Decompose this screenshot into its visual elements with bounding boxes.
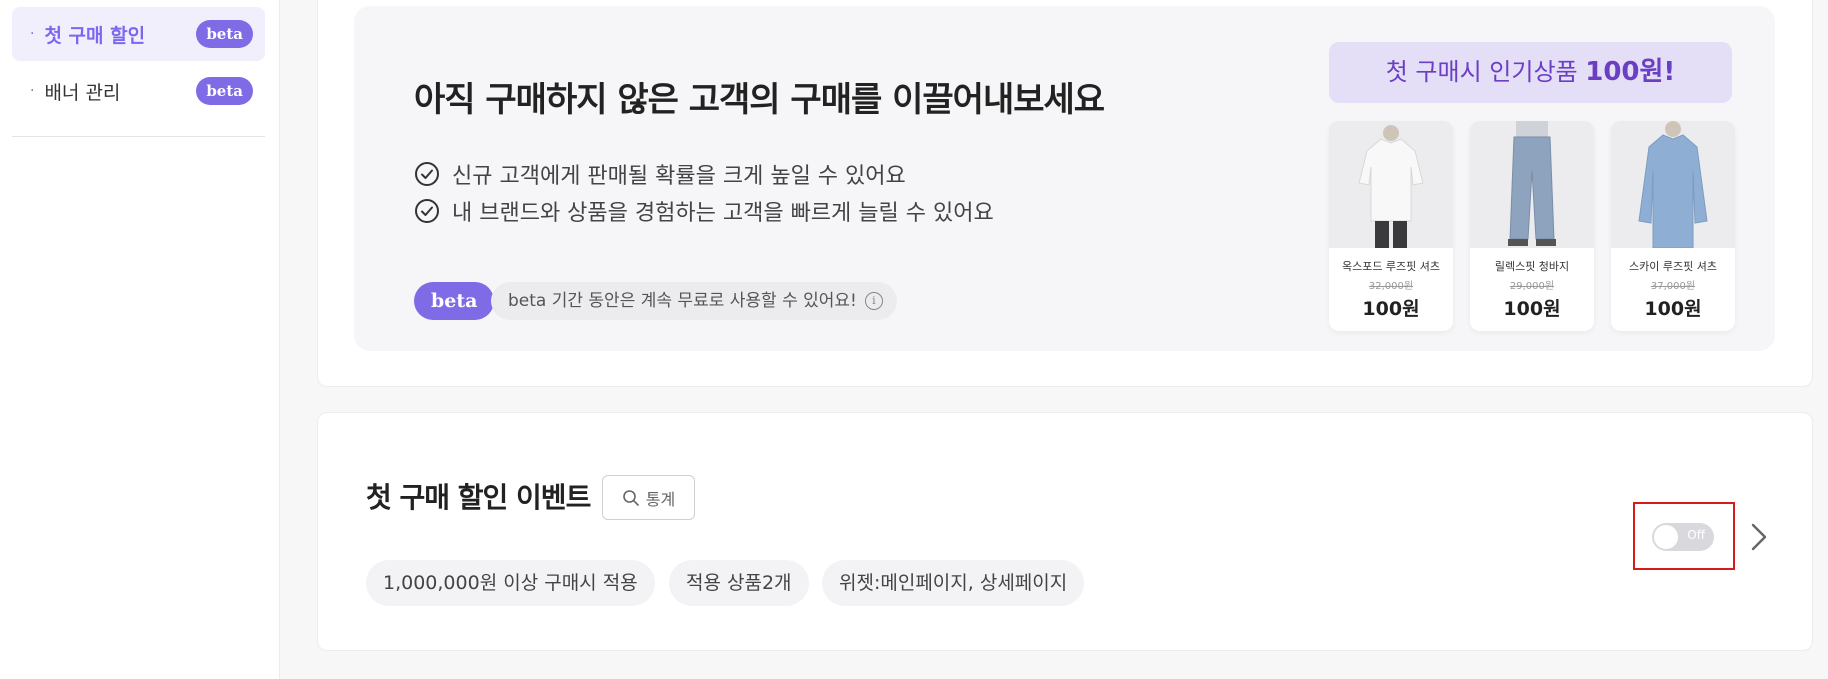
benefit-text: 신규 고객에게 판매될 확률을 크게 높일 수 있어요: [452, 164, 906, 189]
beta-note: beta 기간 동안은 계속 무료로 사용할 수 있어요! i: [491, 282, 897, 320]
promo-title: 아직 구매하지 않은 고객의 구매를 이끌어내보세요: [414, 80, 1105, 120]
condition-chip: 1,000,000원 이상 구매시 적용: [366, 560, 655, 606]
search-icon: [622, 489, 639, 506]
promo-banner: 아직 구매하지 않은 고객의 구매를 이끌어내보세요 신규 고객에게 판매될 확…: [354, 6, 1775, 351]
product-image-blue-shirt: [1611, 121, 1735, 249]
condition-chip: 적용 상품2개: [669, 560, 809, 606]
product-name: 릴렉스핏 청바지: [1494, 260, 1570, 273]
headline-prefix: 첫 구매시 인기상품: [1385, 58, 1586, 86]
toggle-label: Off: [1687, 528, 1705, 542]
info-icon[interactable]: i: [864, 292, 883, 310]
sidebar-item-label: 배너 관리: [44, 81, 121, 104]
product-price: 100원: [1362, 298, 1420, 320]
beta-badge: beta: [414, 282, 495, 320]
promo-headline: 첫 구매시 인기상품 100원!: [1329, 42, 1732, 103]
check-circle-icon: [415, 199, 439, 223]
stats-button-label: 통계: [645, 489, 676, 509]
bullet-icon: ·: [30, 83, 35, 99]
sidebar-item-banner-management[interactable]: · 배너 관리 beta: [12, 64, 265, 118]
headline-emphasis: 100원!: [1585, 57, 1676, 87]
toggle-knob: [1654, 525, 1678, 549]
benefit-row: 내 브랜드와 상품을 경험하는 고객을 빠르게 늘릴 수 있어요: [414, 195, 994, 227]
sidebar-item-first-purchase-discount[interactable]: · 첫 구매 할인 beta: [12, 7, 265, 61]
sidebar-item-label: 첫 구매 할인: [44, 24, 146, 47]
product-card: 스카이 루즈핏 셔츠 37,000원 100원: [1611, 121, 1735, 331]
product-image-jeans: [1470, 121, 1594, 248]
product-image-white-shirt: [1329, 121, 1453, 248]
beta-note-text: beta 기간 동안은 계속 무료로 사용할 수 있어요!: [508, 291, 857, 311]
stats-button[interactable]: 통계: [602, 475, 695, 520]
product-old-price: 37,000원: [1650, 281, 1696, 292]
sidebar: · 첫 구매 할인 beta · 배너 관리 beta: [0, 0, 280, 679]
sidebar-divider: [12, 136, 265, 137]
toggle-highlight: Off: [1633, 502, 1735, 570]
event-card: [317, 412, 1813, 651]
product-old-price: 32,000원: [1368, 281, 1414, 292]
product-name: 옥스포드 루즈핏 셔츠: [1341, 260, 1441, 273]
chevron-right-icon[interactable]: [1748, 522, 1770, 552]
product-price: 100원: [1503, 298, 1561, 320]
benefit-text: 내 브랜드와 상품을 경험하는 고객을 빠르게 늘릴 수 있어요: [452, 201, 994, 226]
condition-chip: 위젯:메인페이지, 상세페이지: [822, 560, 1085, 606]
check-circle-icon: [415, 162, 439, 186]
benefit-row: 신규 고객에게 판매될 확률을 크게 높일 수 있어요: [414, 158, 906, 190]
event-toggle[interactable]: Off: [1652, 523, 1714, 551]
bullet-icon: ·: [30, 26, 35, 42]
product-name: 스카이 루즈핏 셔츠: [1629, 260, 1717, 273]
product-card: 옥스포드 루즈핏 셔츠 32,000원 100원: [1329, 121, 1453, 331]
product-card: 릴렉스핏 청바지 29,000원 100원: [1470, 121, 1594, 331]
product-old-price: 29,000원: [1509, 281, 1555, 292]
product-price: 100원: [1644, 298, 1702, 320]
event-title: 첫 구매 할인 이벤트: [366, 481, 591, 514]
beta-badge: beta: [196, 20, 253, 48]
beta-badge: beta: [196, 77, 253, 105]
